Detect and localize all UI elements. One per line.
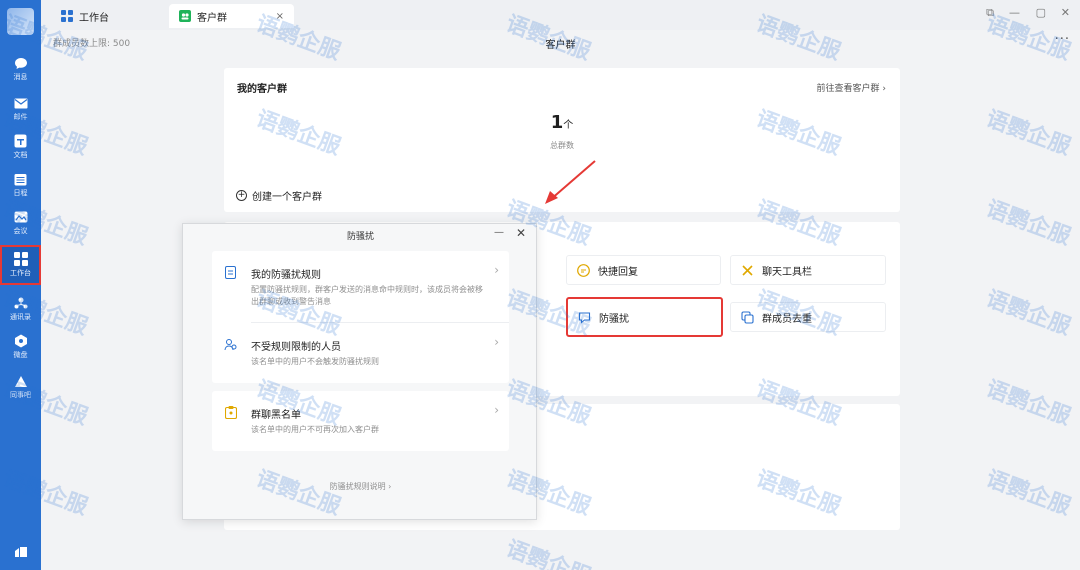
sidebar-item-label: 同事吧 (10, 391, 31, 399)
quick-reply-icon (577, 263, 590, 277)
sidebar-item-label: 消息 (13, 73, 28, 81)
sidebar-item-label: 通讯录 (10, 313, 31, 321)
watermark: 语鹦企服 (982, 466, 1074, 521)
watermark: 语鹦企服 (982, 286, 1074, 341)
watermark: 语鹦企服 (982, 196, 1074, 251)
sidebar-item-docs[interactable]: 文档 (0, 128, 41, 166)
option-desc: 配置防骚扰规则，群客户发送的消息命中规则时，该成员将会被移出群聊或收到警告消息 (251, 285, 483, 306)
tab-bar: 工作台 客户群 × ⧉ — ▢ ✕ (41, 0, 1080, 30)
page-title: 客户群 (545, 40, 576, 51)
tool-label: 快捷回复 (598, 266, 638, 278)
group-count-unit: 个 (563, 120, 574, 131)
groups-card-title: 我的客户群 (237, 84, 287, 95)
dedupe-icon (741, 310, 754, 324)
sidebar-item-mail[interactable]: 邮件 (0, 90, 41, 128)
sidebar-item-calendar[interactable]: 日程 (0, 166, 41, 204)
option-my-rules[interactable]: 我的防骚扰规则 配置防骚扰规则，群客户发送的消息命中规则时，该成员将会被移出群聊… (212, 251, 509, 321)
tab-customer-group[interactable]: 客户群 × (169, 4, 294, 28)
sidebar-item-community[interactable]: 同事吧 (0, 368, 41, 406)
dialog-minimize-button[interactable]: — (494, 227, 504, 238)
tool-anti-harassment[interactable]: 防骚扰 (566, 297, 723, 337)
tab-workbench[interactable]: 工作台 (51, 4, 171, 28)
chevron-right-icon: › (494, 263, 499, 277)
watermark: 语鹦企服 (982, 106, 1074, 161)
sidebar-item-workbench[interactable]: 工作台 (0, 245, 41, 285)
option-exempt-users[interactable]: 不受规则限制的人员 该名单中的用户不会触发防骚扰规则 › (212, 323, 509, 383)
anti-harass-icon (578, 311, 591, 324)
people-icon (224, 338, 237, 351)
sidebar-item-label: 邮件 (13, 113, 28, 121)
option-desc: 该名单中的用户不可再次加入客户群 (251, 425, 379, 434)
tool-label: 聊天工具栏 (762, 266, 812, 278)
tab-label: 客户群 (197, 12, 227, 24)
toolbar-icon (741, 264, 754, 277)
option-title: 不受规则限制的人员 (251, 342, 341, 353)
sidebar-item-label: 日程 (13, 189, 28, 197)
watermark: 语鹦企服 (502, 536, 594, 570)
tool-quick-reply[interactable]: 快捷回复 (566, 255, 721, 285)
customer-group-icon (179, 10, 191, 22)
grid-icon (61, 10, 73, 22)
disk-icon (14, 334, 28, 348)
chevron-right-icon: › (494, 335, 499, 349)
dialog-title: 防骚扰 (346, 232, 374, 242)
tool-chat-toolbar[interactable]: 聊天工具栏 (730, 255, 886, 285)
tool-dedupe-members[interactable]: 群成员去重 (730, 302, 886, 332)
community-icon (14, 374, 28, 388)
sidebar-item-meeting[interactable]: 会议 (0, 204, 41, 242)
tab-label: 工作台 (79, 12, 109, 24)
close-button[interactable]: ✕ (1061, 6, 1070, 19)
snap-icon[interactable]: ⧉ (986, 6, 994, 20)
page-header: 群成员数上限: 500 客户群 ··· (41, 30, 1080, 54)
chat-bubble-icon (14, 56, 28, 70)
contacts-icon (14, 296, 28, 310)
maximize-button[interactable]: ▢ (1036, 6, 1046, 19)
watermark: 语鹦企服 (982, 376, 1074, 431)
add-circle-icon: + (236, 190, 247, 201)
sidebar-item-label: 会议 (13, 227, 28, 235)
chevron-right-icon: › (494, 403, 499, 417)
document-icon (14, 134, 28, 148)
rules-help-link[interactable]: 防骚扰规则说明 › (183, 481, 538, 492)
option-group-blacklist[interactable]: 群聊黑名单 该名单中的用户不可再次加入客户群 › (212, 391, 509, 451)
grid-icon (13, 252, 28, 266)
group-count: 1个 (224, 112, 900, 133)
minimize-button[interactable]: — (1009, 6, 1020, 19)
avatar[interactable] (7, 8, 34, 35)
more-options-icon[interactable]: ··· (1055, 32, 1070, 47)
option-desc: 该名单中的用户不会触发防骚扰规则 (251, 357, 379, 366)
anti-harassment-dialog: 防骚扰 — ✕ 我的防骚扰规则 配置防骚扰规则，群客户发送的消息命中规则时，该成… (182, 223, 537, 520)
blacklist-icon (224, 406, 237, 419)
option-title: 我的防骚扰规则 (251, 270, 321, 281)
group-count-value: 1 (550, 112, 564, 133)
tool-label: 防骚扰 (599, 313, 629, 325)
sidebar-bottom-app[interactable] (0, 540, 41, 564)
sidebar-item-label: 微盘 (13, 351, 28, 359)
sidebar-item-label: 工作台 (10, 269, 31, 277)
view-groups-link[interactable]: 前往查看客户群 › (817, 81, 886, 94)
building-icon (14, 545, 28, 559)
tab-close-icon[interactable]: × (276, 11, 284, 22)
left-sidebar: 消息 邮件 文档 日程 会议 工作台 通讯录 微盘 同事吧 (0, 0, 41, 570)
sidebar-item-messages[interactable]: 消息 (0, 50, 41, 88)
group-count-label: 总群数 (550, 141, 574, 150)
annotation-arrow (545, 160, 596, 204)
rule-doc-icon (224, 266, 237, 279)
create-group-label: 创建一个客户群 (252, 192, 322, 203)
sidebar-item-disk[interactable]: 微盘 (0, 328, 41, 366)
sidebar-item-contacts[interactable]: 通讯录 (0, 290, 41, 328)
meeting-icon (14, 210, 28, 224)
create-group-button[interactable]: + 创建一个客户群 (236, 188, 322, 203)
option-title: 群聊黑名单 (251, 410, 301, 421)
sidebar-item-label: 文档 (13, 151, 28, 159)
tool-label: 群成员去重 (762, 313, 812, 325)
mail-icon (14, 96, 28, 110)
calendar-icon (14, 172, 28, 186)
dialog-close-button[interactable]: ✕ (516, 226, 526, 240)
